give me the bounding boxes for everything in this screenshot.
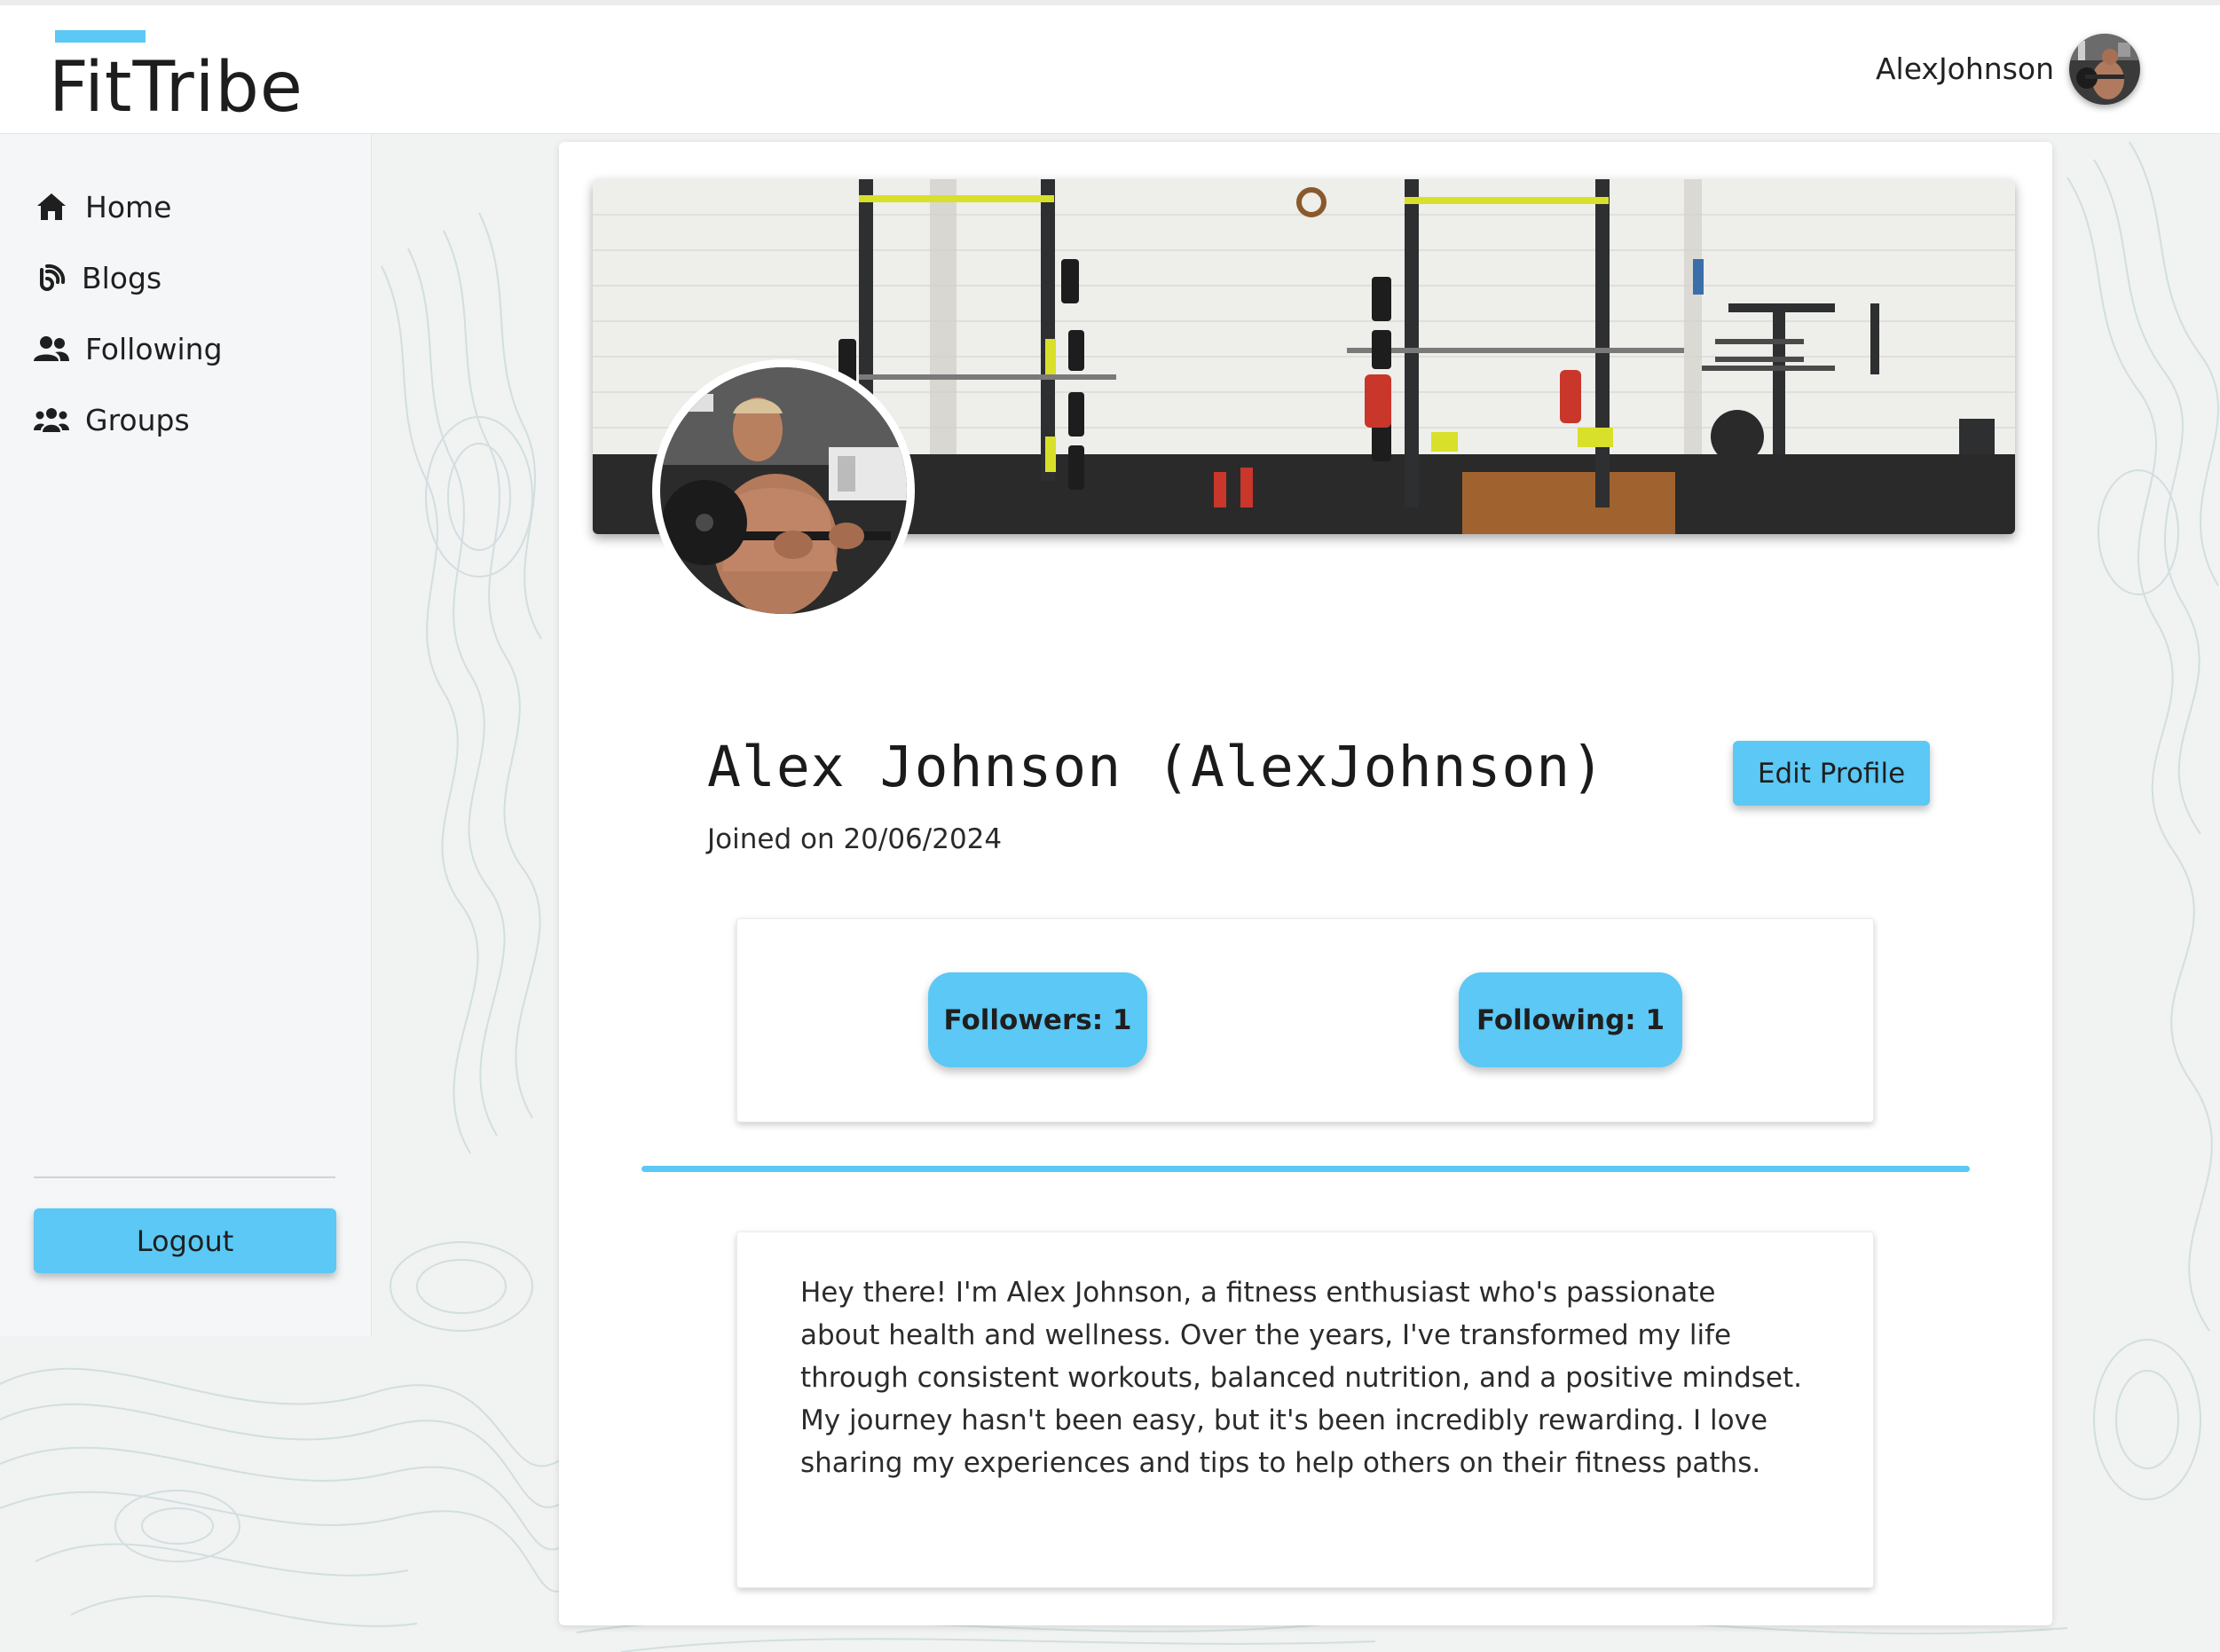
profile-full-name: Alex Johnson (AlexJohnson) <box>707 735 1606 799</box>
sidebar-item-label: Blogs <box>82 260 162 295</box>
logo-accent-bar <box>55 30 146 43</box>
following-button[interactable]: Following: 1 <box>1459 972 1682 1067</box>
header-avatar[interactable] <box>2069 34 2140 105</box>
sidebar-item-label: Groups <box>85 402 190 437</box>
profile-avatar[interactable] <box>652 359 915 622</box>
sidebar-item-groups[interactable]: Groups <box>34 395 190 444</box>
sidebar-item-label: Following <box>85 331 223 366</box>
sidebar: Home Blogs Following Groups Logout <box>0 134 372 1336</box>
edit-profile-button[interactable]: Edit Profile <box>1733 741 1930 806</box>
sidebar-item-home[interactable]: Home <box>34 182 171 232</box>
app-header: FitTribe AlexJohnson <box>0 5 2220 134</box>
users-icon <box>34 402 69 437</box>
bio-text: Hey there! I'm Alex Johnson, a fitness e… <box>800 1277 1802 1479</box>
header-username[interactable]: AlexJohnson <box>1876 51 2054 86</box>
follow-stats-box: Followers: 1 Following: 1 <box>736 918 1874 1122</box>
bio-box: Hey there! I'm Alex Johnson, a fitness e… <box>736 1231 1874 1588</box>
profile-card: Alex Johnson (AlexJohnson) Joined on 20/… <box>559 142 2052 1625</box>
user-group-icon <box>34 331 69 366</box>
home-icon <box>34 189 69 224</box>
section-divider <box>642 1166 1970 1172</box>
logout-button[interactable]: Logout <box>34 1208 336 1273</box>
sidebar-item-blogs[interactable]: Blogs <box>34 253 161 303</box>
app-logo[interactable]: FitTribe <box>49 48 303 128</box>
sidebar-item-following[interactable]: Following <box>34 324 223 374</box>
blog-icon <box>34 260 69 295</box>
sidebar-divider <box>34 1176 335 1178</box>
joined-date: Joined on 20/06/2024 <box>707 823 1003 855</box>
followers-button[interactable]: Followers: 1 <box>928 972 1147 1067</box>
sidebar-item-label: Home <box>85 189 172 224</box>
